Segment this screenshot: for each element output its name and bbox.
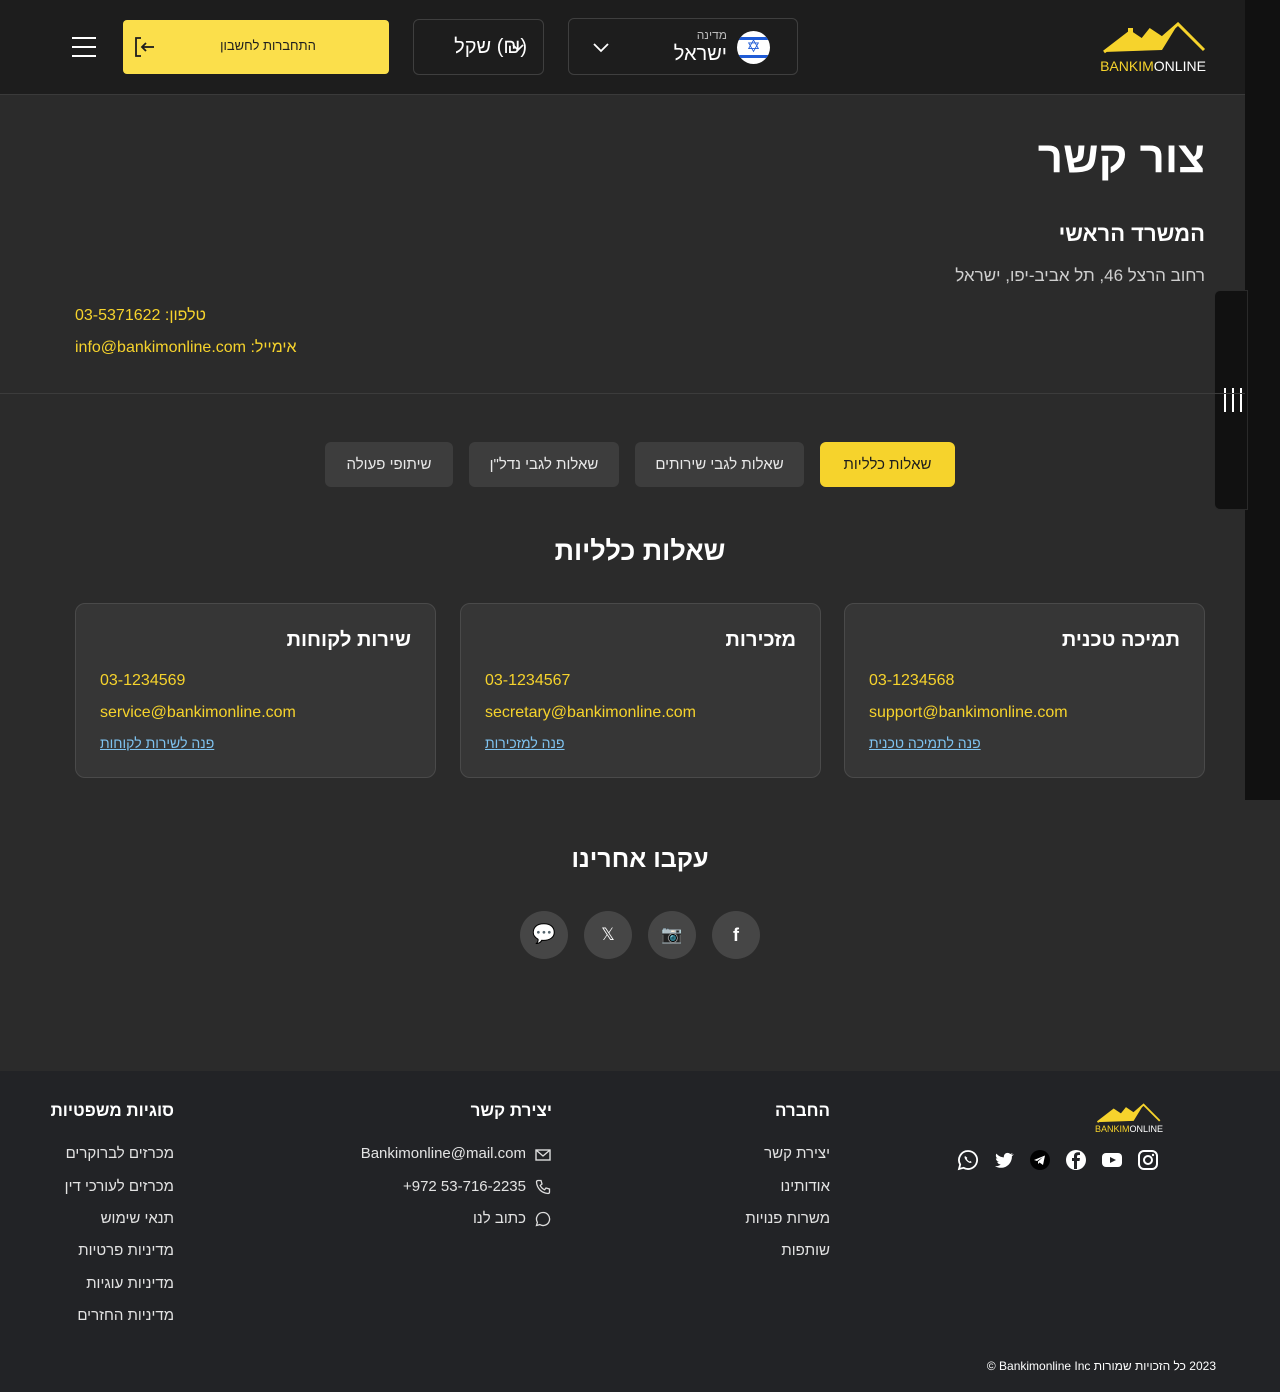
side-panel-toggle[interactable] [1214, 290, 1248, 510]
card-title: תמיכה טכנית [1061, 629, 1180, 651]
email-label: אימייל: [250, 339, 297, 356]
contact-card-customer-service: שירות לקוחות 03-1234569 service@bankimon… [75, 603, 436, 778]
login-icon [135, 37, 154, 57]
phone-value: 03-5371622 [75, 307, 161, 324]
footer-phone[interactable]: +972 53-716-2235 [403, 1178, 526, 1195]
israel-flag-icon: ✡ [737, 31, 770, 64]
chevron-down-icon [512, 44, 524, 52]
footer-link-privacy[interactable]: מדיניות פרטיות [78, 1242, 174, 1259]
phone-label: טלפון: [164, 307, 206, 324]
card-contact-link[interactable]: פנה לתמיכה טכנית [869, 735, 981, 751]
footer-link-refunds[interactable]: מדיניות החזרים [77, 1307, 174, 1324]
footer-link-about[interactable]: אודותינו [780, 1178, 830, 1195]
login-label: התחברות לחשבון [220, 38, 316, 53]
footer-link-contact[interactable]: יצירת קשר [764, 1145, 830, 1162]
card-email[interactable]: service@bankimonline.com [100, 704, 296, 722]
hamburger-menu-icon[interactable] [72, 37, 96, 57]
whatsapp-icon [535, 1211, 551, 1227]
telegram-icon[interactable] [1029, 1149, 1051, 1171]
email-value: info@bankimonline.com [75, 339, 246, 356]
footer-legal-title: סוגיות משפטיות [50, 1101, 174, 1120]
card-phone[interactable]: 03-1234567 [485, 672, 570, 690]
card-email[interactable]: support@bankimonline.com [869, 704, 1068, 722]
card-title: שירות לקוחות [286, 629, 411, 651]
footer-email[interactable]: Bankimonline@mail.com [361, 1145, 526, 1162]
login-button[interactable]: התחברות לחשבון [123, 20, 389, 74]
office-title: המשרד הראשי [1058, 221, 1205, 246]
contact-card-secretary: מזכירות 03-1234567 secretary@bankimonlin… [460, 603, 821, 778]
tab-partnerships[interactable]: שיתופי פעולה [325, 442, 453, 487]
country-label: מדינה [696, 28, 727, 42]
camera-icon[interactable]: 📷 [648, 911, 696, 959]
footer-link-terms[interactable]: תנאי שימוש [101, 1210, 174, 1227]
card-email[interactable]: secretary@bankimonline.com [485, 704, 696, 722]
footer-link-broker-tenders[interactable]: מכרזים לברוקרים [66, 1145, 174, 1162]
phone-icon [535, 1179, 551, 1195]
card-phone[interactable]: 03-1234568 [869, 672, 954, 690]
card-phone[interactable]: 03-1234569 [100, 672, 185, 690]
instagram-icon[interactable] [1137, 1149, 1159, 1171]
facebook-icon[interactable]: f [712, 911, 760, 959]
tab-general-questions[interactable]: שאלות כלליות [820, 442, 955, 487]
mail-icon [535, 1149, 551, 1161]
contact-card-tech-support: תמיכה טכנית 03-1234568 support@bankimonl… [844, 603, 1205, 778]
footer-company-title: החברה [774, 1101, 830, 1120]
footer-contact-title: יצירת קשר [470, 1101, 552, 1120]
whatsapp-icon[interactable] [957, 1149, 979, 1171]
top-header: BANKIMONLINE ✡ מדינה ישראל שקל (₪) התחבר… [0, 0, 1245, 95]
footer-link-lawyer-tenders[interactable]: מכרזים לעורכי דין [65, 1178, 174, 1195]
section-divider [0, 393, 1245, 394]
card-title: מזכירות [725, 629, 796, 651]
page-title: צור קשר [1037, 133, 1205, 182]
footer-link-cookies[interactable]: מדיניות עוגיות [86, 1275, 174, 1292]
facebook-icon[interactable] [1065, 1149, 1087, 1171]
logo-wordmark: BANKIMONLINE [1095, 1124, 1164, 1134]
vertical-bars-icon [1224, 388, 1242, 412]
country-selector[interactable]: ✡ מדינה ישראל [568, 18, 798, 75]
footer-logo[interactable]: BANKIMONLINE [1095, 1103, 1164, 1135]
footer-write-us[interactable]: כתוב לנו [473, 1210, 526, 1227]
card-contact-link[interactable]: פנה למזכירות [485, 735, 565, 751]
office-phone[interactable]: טלפון: 03-5371622 [75, 307, 206, 325]
side-panel-background [1245, 0, 1280, 800]
follow-us-title: עקבו אחרינו [571, 845, 709, 873]
x-icon[interactable]: 𝕏 [584, 911, 632, 959]
country-value: ישראל [673, 43, 727, 65]
tab-services-questions[interactable]: שאלות לגבי שירותים [635, 442, 804, 487]
house-roof-icon [1103, 22, 1206, 54]
tab-real-estate-questions[interactable]: שאלות לגבי נדל"ן [469, 442, 619, 487]
logo-wordmark: BANKIMONLINE [1100, 58, 1206, 74]
house-roof-icon [1096, 1103, 1161, 1123]
brand-logo[interactable]: BANKIMONLINE [1100, 22, 1206, 74]
youtube-icon[interactable] [1101, 1149, 1123, 1171]
footer-link-careers[interactable]: משרות פנויות [745, 1210, 830, 1227]
chevron-down-icon [593, 43, 609, 53]
twitter-icon[interactable] [993, 1149, 1015, 1171]
section-title: שאלות כלליות [554, 536, 726, 566]
footer-link-partnership[interactable]: שותפות [781, 1242, 830, 1259]
office-address: רחוב הרצל 46, תל אביב-יפו, ישראל [955, 266, 1205, 285]
card-contact-link[interactable]: פנה לשירות לקוחות [100, 735, 214, 751]
currency-selector[interactable]: שקל (₪) [413, 19, 544, 75]
office-email[interactable]: אימייל: info@bankimonline.com [75, 339, 297, 357]
site-footer [0, 1071, 1280, 1392]
copyright-text: 2023 כל הזכויות שמורות Bankimonline Inc … [986, 1359, 1216, 1373]
chat-icon[interactable]: 💬 [520, 911, 568, 959]
